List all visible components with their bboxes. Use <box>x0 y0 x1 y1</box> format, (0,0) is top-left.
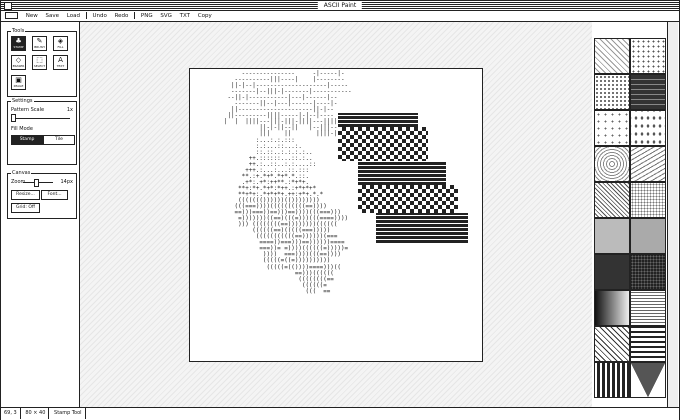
checker-fill <box>338 127 428 161</box>
font-button[interactable]: Font... <box>41 190 68 200</box>
menu-txt[interactable]: TXT <box>177 11 193 21</box>
pattern-swatch[interactable] <box>594 254 630 290</box>
stamp-icon: ♣ <box>15 37 22 45</box>
close-icon[interactable] <box>4 2 12 10</box>
menu-png[interactable]: PNG <box>138 11 156 21</box>
cursor-coords: 69, 3 <box>1 408 21 419</box>
menu-divider <box>134 12 136 19</box>
text-icon: A <box>58 56 63 64</box>
pattern-palette <box>592 22 678 407</box>
tool-text-label: TEXT <box>56 64 65 68</box>
pattern-swatch[interactable] <box>630 38 666 74</box>
pattern-scale-label: Pattern Scale <box>11 107 45 113</box>
tools-panel: Tools ♣ STAMP ✎ BRUSH ◈ FILL ◇ ERASER ⬚ … <box>7 28 77 97</box>
canvas-area[interactable]: --------------- -|-----|- ----------|||-… <box>79 22 593 407</box>
canvas-title: Canvas <box>11 170 32 176</box>
menu-bar: New Save Load Undo Redo PNG SVG TXT Copy <box>1 11 679 22</box>
pattern-swatch[interactable] <box>630 254 666 290</box>
painted-block <box>376 213 468 243</box>
fill-mode-label: Fill Mode <box>11 126 33 132</box>
zoom-value: 14px <box>60 179 74 185</box>
apple-menu-icon[interactable] <box>1 11 21 21</box>
tool-sidebar: Tools ♣ STAMP ✎ BRUSH ◈ FILL ◇ ERASER ⬚ … <box>3 23 79 407</box>
pattern-swatch[interactable] <box>594 362 630 398</box>
tool-image[interactable]: ▣ IMAGE <box>11 75 26 90</box>
tool-brush-label: BRUSH <box>34 45 45 49</box>
pattern-swatch[interactable] <box>594 290 630 326</box>
tool-brush[interactable]: ✎ BRUSH <box>32 36 47 51</box>
painted-block <box>358 161 446 185</box>
tool-eraser[interactable]: ◇ ERASER <box>11 55 26 70</box>
menu-undo[interactable]: Undo <box>89 11 109 21</box>
pattern-scale-handle[interactable] <box>11 114 16 122</box>
tool-select[interactable]: ⬚ SELECT <box>32 55 47 70</box>
tool-eraser-label: ERASER <box>12 64 25 68</box>
pattern-swatch[interactable] <box>630 74 666 110</box>
pattern-swatch[interactable] <box>630 110 666 146</box>
tile-mode-button[interactable]: Tile <box>43 135 75 145</box>
brush-icon: ✎ <box>36 37 43 45</box>
pattern-swatch[interactable] <box>630 362 666 398</box>
settings-panel: Settings Pattern Scale 1x Fill Mode Stam… <box>7 98 77 165</box>
stamp-mode-button[interactable]: Stamp <box>11 135 43 145</box>
pattern-swatch[interactable] <box>594 218 630 254</box>
tool-select-label: SELECT <box>33 64 46 68</box>
pattern-scale-value: 1x <box>66 107 73 113</box>
active-tool-status: Stamp Tool <box>51 408 86 419</box>
pattern-swatch[interactable] <box>594 326 630 362</box>
menu-load[interactable]: Load <box>64 11 83 21</box>
image-icon: ▣ <box>15 76 22 84</box>
pattern-swatch[interactable] <box>630 218 666 254</box>
canvas-size: 80 × 40 <box>22 408 50 419</box>
tool-fill-label: FILL <box>57 45 64 49</box>
canvas-panel: Canvas Zoom 14px Resize... Font... Grid:… <box>7 170 77 219</box>
menu-divider <box>85 12 87 19</box>
tool-fill[interactable]: ◈ FILL <box>53 36 68 51</box>
settings-title: Settings <box>11 98 34 104</box>
menu-redo[interactable]: Redo <box>112 11 132 21</box>
zoom-handle[interactable] <box>34 179 39 187</box>
fill-icon: ◈ <box>57 37 64 45</box>
drawing-canvas[interactable]: --------------- -|-----|- ----------|||-… <box>189 68 483 362</box>
pattern-swatch[interactable] <box>594 110 630 146</box>
pattern-swatch[interactable] <box>630 146 666 182</box>
tool-stamp[interactable]: ♣ STAMP <box>11 36 26 51</box>
pattern-swatch[interactable] <box>594 182 630 218</box>
pattern-swatch[interactable] <box>630 326 666 362</box>
menu-new[interactable]: New <box>23 11 41 21</box>
menu-copy[interactable]: Copy <box>195 11 215 21</box>
pattern-swatch[interactable] <box>594 74 630 110</box>
menu-svg[interactable]: SVG <box>157 11 175 21</box>
tool-stamp-label: STAMP <box>13 45 24 49</box>
eraser-icon: ◇ <box>15 56 22 64</box>
resize-button[interactable]: Resize... <box>11 190 40 200</box>
tool-image-label: IMAGE <box>13 84 24 88</box>
painted-block <box>338 113 418 127</box>
tools-title: Tools <box>11 28 26 34</box>
window-title: ASCII Paint <box>317 1 363 10</box>
checker-fill <box>358 185 458 213</box>
title-bar[interactable]: ASCII Paint <box>1 1 679 11</box>
ascii-art: --------------- -|-----|- ----------|||-… <box>223 71 352 295</box>
status-bar: 69, 3 80 × 40 Stamp Tool <box>1 407 679 420</box>
pattern-swatch[interactable] <box>630 182 666 218</box>
pattern-swatch[interactable] <box>630 290 666 326</box>
app-window: ASCII Paint New Save Load Undo Redo PNG … <box>0 0 680 420</box>
pattern-swatch[interactable] <box>594 38 630 74</box>
pattern-swatch[interactable] <box>594 146 630 182</box>
grid-toggle-button[interactable]: Grid: Off <box>11 203 40 213</box>
palette-scrollbar[interactable] <box>667 22 678 407</box>
tool-text[interactable]: A TEXT <box>53 55 68 70</box>
select-icon: ⬚ <box>36 56 43 64</box>
menu-save[interactable]: Save <box>43 11 63 21</box>
pattern-scale-slider[interactable] <box>12 118 70 119</box>
